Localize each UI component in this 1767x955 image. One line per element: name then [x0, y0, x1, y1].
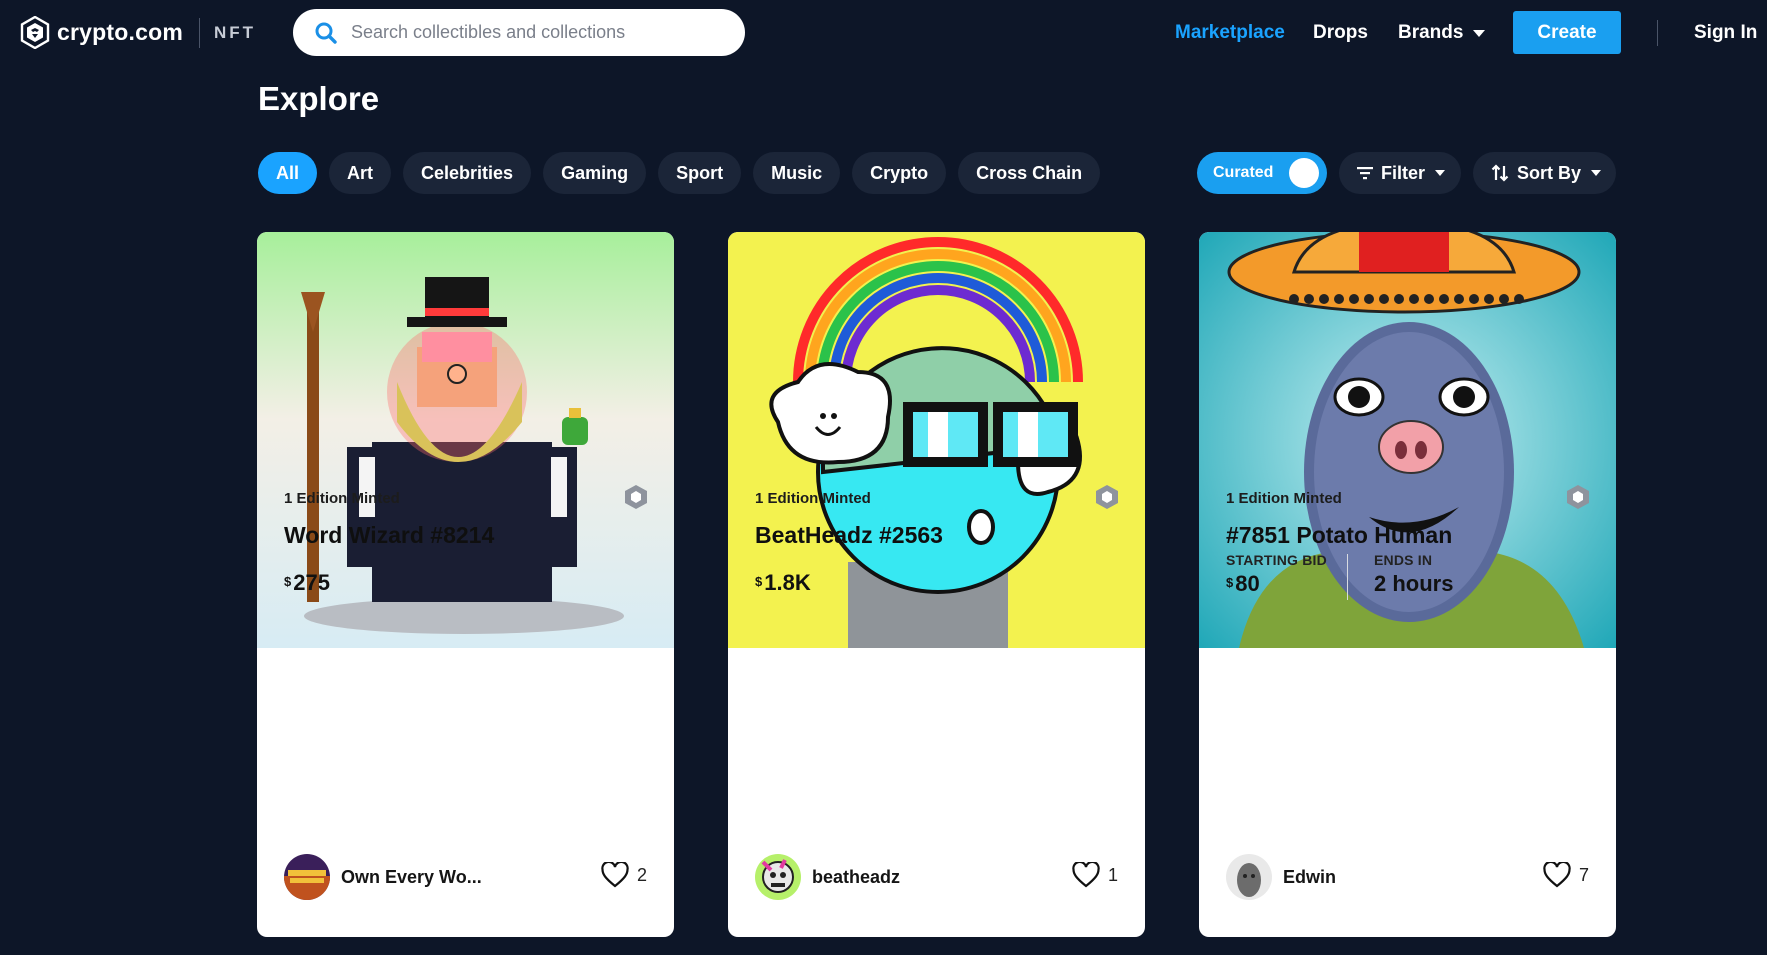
like-button[interactable]: 2	[601, 862, 647, 888]
currency-symbol: $	[1226, 575, 1234, 590]
category-chip-sport[interactable]: Sport	[658, 152, 742, 194]
header-divider	[1657, 20, 1658, 46]
sort-button[interactable]: Sort By	[1473, 152, 1616, 194]
sort-icon	[1491, 164, 1509, 182]
curated-toggle[interactable]: Curated	[1197, 152, 1327, 194]
nav-drops[interactable]: Drops	[1313, 22, 1368, 44]
nav-brands-label: Brands	[1398, 22, 1464, 43]
collection-badge-icon	[625, 485, 647, 509]
category-chip-gaming[interactable]: Gaming	[543, 152, 647, 194]
price-value: 80	[1235, 571, 1260, 596]
collection-badge-icon	[1096, 485, 1118, 509]
category-chip-celebrities[interactable]: Celebrities	[403, 152, 532, 194]
like-button[interactable]: 7	[1543, 862, 1589, 888]
owner-avatar	[1226, 854, 1272, 900]
create-button[interactable]: Create	[1513, 11, 1621, 54]
ends-in: ENDS IN 2 hours	[1374, 552, 1453, 597]
search-bar[interactable]	[293, 9, 745, 56]
owner-name: beatheadz	[812, 866, 901, 887]
edition-label: 1 Edition Minted	[284, 490, 400, 507]
owner[interactable]: beatheadz	[755, 854, 900, 900]
sort-label: Sort By	[1517, 162, 1582, 183]
owner[interactable]: Edwin	[1226, 854, 1336, 900]
heart-icon	[1072, 862, 1100, 888]
nav-brands-dropdown[interactable]: Brands	[1398, 22, 1486, 44]
owner-avatar	[284, 854, 330, 900]
like-count: 7	[1578, 864, 1589, 885]
price: $ 1.8K	[755, 570, 811, 596]
category-chip-all[interactable]: All	[258, 152, 318, 194]
search-input[interactable]	[351, 22, 731, 43]
category-chip-music[interactable]: Music	[753, 152, 841, 194]
like-count: 2	[636, 864, 647, 885]
like-count: 1	[1107, 864, 1118, 885]
nft-card[interactable]: 1 Edition Minted Word Wizard #8214 $ 275…	[257, 232, 674, 937]
sign-in-link[interactable]: Sign In	[1694, 22, 1757, 44]
chevron-down-icon	[1435, 170, 1446, 176]
like-button[interactable]: 1	[1072, 862, 1118, 888]
currency-symbol: $	[284, 574, 292, 589]
nav-marketplace[interactable]: Marketplace	[1175, 22, 1285, 44]
logo-nft-label: NFT	[213, 22, 257, 42]
owner[interactable]: Own Every Wo...	[284, 854, 482, 900]
curated-label: Curated	[1213, 164, 1274, 181]
toggle-knob	[1289, 158, 1319, 188]
nft-card[interactable]: 1 Edition Minted #7851 Potato Human STAR…	[1199, 232, 1616, 937]
starting-bid-value: $ 80	[1226, 571, 1327, 597]
heart-icon	[601, 862, 629, 888]
price: $ 275	[284, 570, 330, 596]
category-chip-crypto[interactable]: Crypto	[852, 152, 947, 194]
filter-button[interactable]: Filter	[1339, 152, 1461, 194]
owner-avatar	[755, 854, 801, 900]
top-nav-bar: crypto.com NFT Marketplace Drops Brands …	[0, 0, 1767, 66]
category-chips: All Art Celebrities Gaming Sport Music C…	[258, 152, 1101, 194]
bid-divider	[1347, 554, 1348, 600]
edition-label: 1 Edition Minted	[1226, 490, 1342, 507]
logo-divider	[198, 17, 200, 48]
category-chip-cross-chain[interactable]: Cross Chain	[958, 152, 1101, 194]
filter-icon	[1357, 167, 1373, 180]
currency-symbol: $	[755, 574, 763, 589]
category-chip-art[interactable]: Art	[329, 152, 392, 194]
price-value: 275	[293, 570, 330, 595]
owner-name: Own Every Wo...	[341, 866, 482, 887]
collection-badge-icon	[1567, 485, 1589, 509]
ends-in-label: ENDS IN	[1374, 552, 1433, 568]
logo-text: crypto.com	[57, 19, 183, 45]
ends-in-value: 2 hours	[1374, 571, 1454, 596]
crypto-com-logo[interactable]: crypto.com NFT	[20, 16, 256, 49]
nft-title[interactable]: #7851 Potato Human	[1226, 522, 1452, 549]
starting-bid: STARTING BID $ 80	[1226, 552, 1327, 597]
filter-label: Filter	[1381, 162, 1426, 183]
chevron-down-icon	[1591, 170, 1602, 176]
edition-label: 1 Edition Minted	[755, 490, 871, 507]
nft-title[interactable]: Word Wizard #8214	[284, 522, 494, 549]
owner-name: Edwin	[1283, 866, 1336, 887]
nft-title[interactable]: BeatHeadz #2563	[755, 522, 943, 549]
starting-bid-label: STARTING BID	[1226, 552, 1327, 568]
search-icon	[315, 22, 337, 44]
heart-icon	[1543, 862, 1571, 888]
crypto-com-logo-icon	[20, 16, 50, 49]
price-value: 1.8K	[764, 570, 811, 595]
nft-card[interactable]: 1 Edition Minted BeatHeadz #2563 $ 1.8K …	[728, 232, 1145, 937]
page-title: Explore	[258, 80, 380, 117]
chevron-down-icon	[1473, 29, 1486, 37]
